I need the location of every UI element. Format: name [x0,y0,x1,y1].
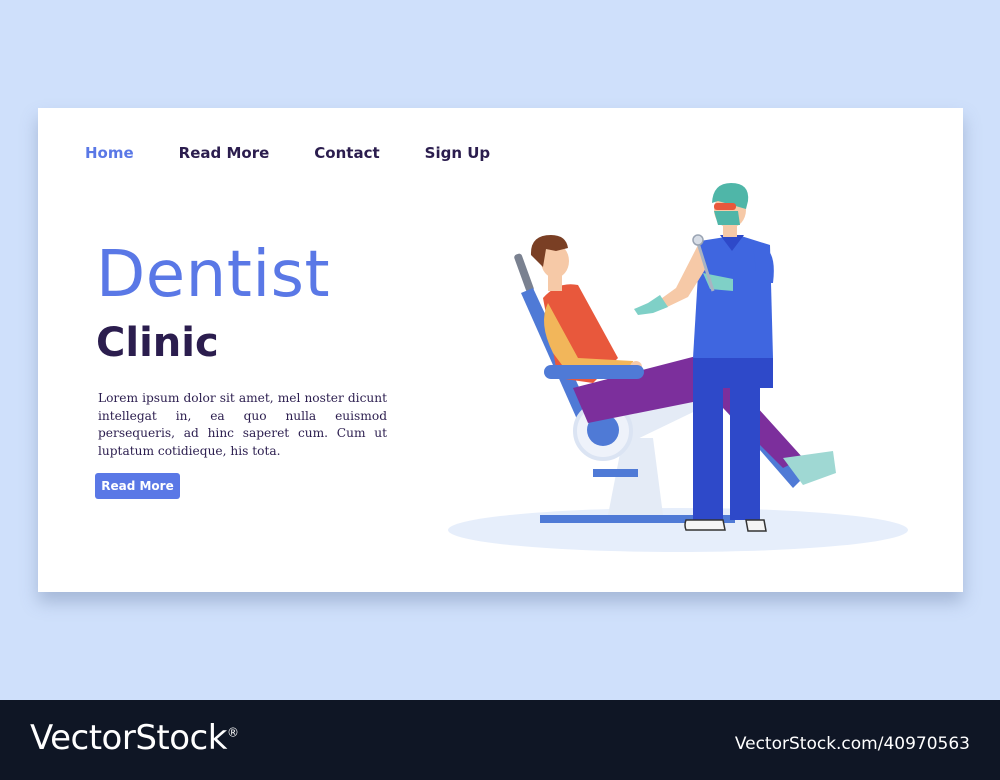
dental-mirror-head [692,234,704,246]
read-more-button[interactable]: Read More [95,473,180,499]
hero-subtitle: Clinic [96,320,219,366]
dentist-illustration [448,183,908,552]
vectorstock-url: VectorStock.com/40970563 [734,734,970,754]
chair-arm-bar [593,469,638,477]
nav-read-more-link[interactable]: Read More [179,144,270,162]
chair-headrest [514,253,534,293]
nav-home-link[interactable]: Home [85,144,134,162]
top-nav: Home Read More Contact Sign Up [85,144,490,162]
dentist-face-mask [714,211,740,225]
dentist-left-leg [693,385,723,520]
watermark-bar: VectorStock® VectorStock.com/40970563 [0,700,1000,780]
floor-shadow [448,508,908,552]
dentist-right-shoe [745,519,767,532]
vectorstock-logo: VectorStock® [30,718,239,758]
landing-card: Home Read More Contact Sign Up Dentist C… [38,108,963,592]
hero-description: Lorem ipsum dolor sit amet, mel noster d… [98,391,387,458]
registered-mark: ® [226,725,239,740]
nav-contact-link[interactable]: Contact [314,144,379,162]
nav-sign-up-link[interactable]: Sign Up [425,144,491,162]
dentist-right-leg [730,385,760,520]
logo-text: VectorStock [30,718,227,758]
dentist-glasses [714,203,736,210]
hero-title: Dentist [96,238,331,312]
dentist-left-shoe [684,519,726,531]
dentist-pants-top [693,358,773,388]
chair-armrest [544,365,644,379]
